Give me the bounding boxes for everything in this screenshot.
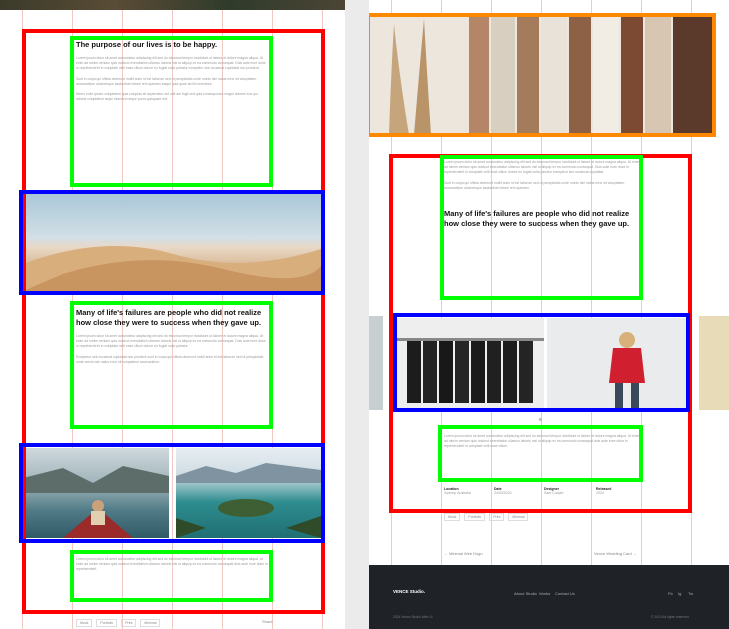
tag-chip[interactable]: Mock <box>444 513 461 521</box>
prev-project-link[interactable]: ← Minimal Web Dsgn <box>444 551 483 556</box>
slider-prev-peek <box>369 316 383 410</box>
annotation-blue-box <box>19 443 325 543</box>
footer-brand[interactable]: VENCE Studio. <box>393 589 425 594</box>
footer-link[interactable]: Works <box>539 591 550 596</box>
next-project-link[interactable]: Vence Wedding Card → <box>594 551 637 556</box>
footer-link[interactable]: Contact Us <box>555 591 575 596</box>
instagram-icon[interactable]: Ig <box>678 591 681 596</box>
share-link[interactable]: Share <box>262 619 273 624</box>
left-page-preview: The purpose of our lives is to be happy.… <box>0 0 345 629</box>
site-footer: VENCE Studio. About Studio Works Contact… <box>369 565 729 629</box>
top-image-strip <box>0 0 345 10</box>
annotation-green-box <box>70 550 273 602</box>
annotation-green-box <box>70 301 273 429</box>
tag-chip[interactable]: Minimal <box>140 619 161 627</box>
slider-next-peek <box>699 316 729 410</box>
tag-chip[interactable]: Portfolio <box>96 619 118 627</box>
annotation-green-box <box>70 36 273 187</box>
pane-divider <box>345 0 369 629</box>
tag-chip[interactable]: Minimal <box>508 513 529 521</box>
twitter-icon[interactable]: Tw <box>688 591 693 596</box>
tag-chip[interactable]: Portfolio <box>464 513 486 521</box>
tag-list: Mock Portfolio Print Minimal <box>76 619 161 627</box>
annotation-blue-box <box>393 313 690 412</box>
tag-list: Mock Portfolio Print Minimal <box>444 513 529 521</box>
right-page-preview: Lorem ipsum dolor sit amet consectetur a… <box>369 0 729 629</box>
annotation-orange-box <box>369 13 716 137</box>
footer-link[interactable]: About Studio <box>514 591 537 596</box>
annotation-green-box <box>438 425 643 482</box>
tag-chip[interactable]: Mock <box>76 619 93 627</box>
annotation-green-box <box>440 155 643 300</box>
annotation-blue-box <box>19 190 325 295</box>
footer-copyright: 2024 Vence Studio Web UI <box>393 615 433 619</box>
facebook-icon[interactable]: Fb <box>668 591 673 596</box>
tag-chip[interactable]: Print <box>489 513 505 521</box>
footer-rights: © 2024 All rights reserved <box>651 615 689 619</box>
tag-chip[interactable]: Print <box>121 619 137 627</box>
